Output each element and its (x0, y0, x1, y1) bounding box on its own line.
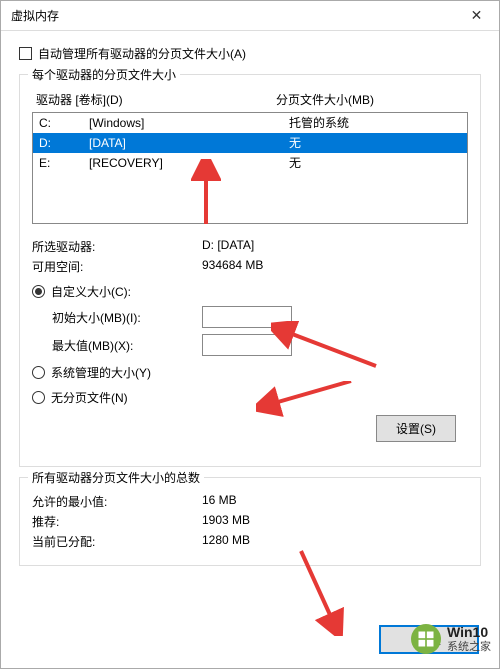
drive-paging: 托管的系统 (289, 114, 461, 132)
drive-row-d[interactable]: D: [DATA] 无 (33, 133, 467, 153)
rec-label: 推荐: (32, 513, 202, 530)
drive-list-header: 驱动器 [卷标](D) 分页文件大小(MB) (32, 91, 468, 108)
watermark-icon (411, 624, 441, 654)
col-paging-label: 分页文件大小(MB) (276, 91, 464, 108)
freespace-label: 可用空间: (32, 258, 202, 275)
freespace-value: 934684 MB (202, 258, 468, 275)
watermark-line2: 系统之家 (447, 641, 491, 653)
totals-group: 所有驱动器分页文件大小的总数 允许的最小值: 16 MB 推荐: 1903 MB… (19, 477, 481, 566)
radio-none-label: 无分页文件(N) (51, 389, 128, 406)
selected-drive-value: D: [DATA] (202, 238, 468, 255)
radio-system-size[interactable]: 系统管理的大小(Y) (32, 364, 468, 381)
cur-label: 当前已分配: (32, 533, 202, 550)
radio-custom[interactable] (32, 285, 45, 298)
custom-size-inputs: 初始大小(MB)(I): 最大值(MB)(X): (52, 306, 468, 356)
window-title: 虚拟内存 (11, 7, 454, 24)
drive-row-c[interactable]: C: [Windows] 托管的系统 (33, 113, 467, 133)
radio-system[interactable] (32, 366, 45, 379)
watermark: Win10 系统之家 (411, 624, 491, 654)
radio-custom-label: 自定义大小(C): (51, 283, 131, 300)
max-size-label: 最大值(MB)(X): (52, 337, 202, 354)
initial-size-label: 初始大小(MB)(I): (52, 309, 202, 326)
watermark-line1: Win10 (447, 625, 491, 640)
radio-custom-size[interactable]: 自定义大小(C): (32, 283, 468, 300)
content-area: 自动管理所有驱动器的分页文件大小(A) 每个驱动器的分页文件大小 驱动器 [卷标… (1, 31, 499, 576)
drive-paging: 无 (289, 134, 461, 152)
drive-label: [Windows] (89, 114, 289, 132)
drive-letter: D: (39, 134, 89, 152)
set-button[interactable]: 设置(S) (376, 415, 456, 442)
virtual-memory-dialog: 虚拟内存 ✕ 自动管理所有驱动器的分页文件大小(A) 每个驱动器的分页文件大小 … (0, 0, 500, 669)
cur-value: 1280 MB (202, 533, 468, 550)
auto-manage-checkbox[interactable] (19, 47, 32, 60)
rec-value: 1903 MB (202, 513, 468, 530)
watermark-text: Win10 系统之家 (447, 625, 491, 652)
close-icon: ✕ (471, 7, 483, 24)
min-value: 16 MB (202, 493, 468, 510)
initial-size-input[interactable] (202, 306, 292, 328)
selected-drive-label: 所选驱动器: (32, 238, 202, 255)
col-drive-label: 驱动器 [卷标](D) (36, 91, 276, 108)
drive-letter: C: (39, 114, 89, 132)
selected-drive-info: 所选驱动器: D: [DATA] 可用空间: 934684 MB (32, 238, 468, 275)
drive-label: [DATA] (89, 134, 289, 152)
close-button[interactable]: ✕ (454, 1, 499, 31)
radio-no-paging[interactable]: 无分页文件(N) (32, 389, 468, 406)
per-drive-group-title: 每个驱动器的分页文件大小 (28, 66, 180, 83)
size-options: 自定义大小(C): 初始大小(MB)(I): 最大值(MB)(X): 系统管理的… (32, 283, 468, 454)
auto-manage-label: 自动管理所有驱动器的分页文件大小(A) (38, 45, 246, 62)
totals-group-title: 所有驱动器分页文件大小的总数 (28, 469, 204, 486)
max-size-input[interactable] (202, 334, 292, 356)
radio-none[interactable] (32, 391, 45, 404)
drive-list[interactable]: C: [Windows] 托管的系统 D: [DATA] 无 E: [RECOV… (32, 112, 468, 224)
drive-paging: 无 (289, 154, 461, 172)
auto-manage-row[interactable]: 自动管理所有驱动器的分页文件大小(A) (19, 45, 481, 62)
per-drive-group: 每个驱动器的分页文件大小 驱动器 [卷标](D) 分页文件大小(MB) C: [… (19, 74, 481, 467)
drive-label: [RECOVERY] (89, 154, 289, 172)
radio-system-label: 系统管理的大小(Y) (51, 364, 151, 381)
titlebar: 虚拟内存 ✕ (1, 1, 499, 31)
min-label: 允许的最小值: (32, 493, 202, 510)
drive-row-e[interactable]: E: [RECOVERY] 无 (33, 153, 467, 173)
drive-letter: E: (39, 154, 89, 172)
